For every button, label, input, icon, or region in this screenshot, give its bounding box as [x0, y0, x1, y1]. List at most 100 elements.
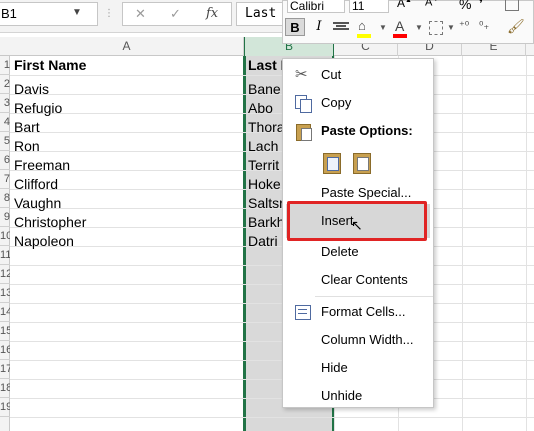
cell-b9[interactable]: Barkh — [248, 213, 282, 232]
menu-item-hide[interactable]: Hide — [283, 354, 433, 382]
menu-item-delete[interactable]: Delete — [283, 238, 433, 266]
gridline — [10, 360, 534, 361]
cell-a3[interactable]: Refugio — [14, 99, 62, 118]
menu-item-format-cells[interactable]: Format Cells... — [283, 298, 433, 326]
row-header[interactable]: 10 — [0, 227, 10, 246]
cell-b4[interactable]: Thora — [248, 118, 282, 137]
row-header[interactable]: 15 — [0, 322, 10, 341]
font-color-icon[interactable]: A — [391, 18, 413, 40]
gridline — [10, 75, 534, 76]
fill-color-dropdown-icon[interactable]: ▼ — [379, 23, 387, 32]
cell-a10[interactable]: Napoleon — [14, 232, 74, 251]
decrease-decimal-icon[interactable]: ⁰₊ — [479, 19, 489, 32]
format-table-icon[interactable] — [505, 0, 519, 11]
menu-item-column-width[interactable]: Column Width... — [283, 326, 433, 354]
cell-a4[interactable]: Bart — [14, 118, 40, 137]
menu-heading-paste-options: Paste Options: — [283, 117, 433, 145]
increase-font-icon[interactable]: A▲ — [397, 0, 412, 10]
font-name-select[interactable]: Calibri — [287, 0, 345, 13]
cell-b6[interactable]: Territ — [248, 156, 282, 175]
gridline — [10, 322, 534, 323]
row-header[interactable]: 11 — [0, 246, 10, 265]
increase-decimal-icon[interactable]: ⁺⁰ — [459, 19, 469, 32]
confirm-icon[interactable]: ✓ — [170, 6, 181, 22]
row-header[interactable]: 13 — [0, 284, 10, 303]
font-size-select[interactable]: 11 — [349, 0, 389, 13]
row-header[interactable]: 12 — [0, 265, 10, 284]
borders-dropdown-icon[interactable]: ▼ — [447, 23, 455, 32]
formula-bar-grip-icon: ⋮ — [104, 8, 114, 22]
gridline — [10, 265, 534, 266]
gridline — [10, 284, 534, 285]
row-header[interactable]: 7 — [0, 170, 10, 189]
align-center-icon[interactable] — [333, 21, 349, 33]
name-box[interactable]: B1 — [0, 2, 98, 26]
row-header[interactable]: 2 — [0, 75, 10, 94]
cell-b7[interactable]: Hoke — [248, 175, 282, 194]
cell-b3[interactable]: Abo — [248, 99, 282, 118]
menu-label-unhide: Unhide — [321, 388, 363, 403]
menu-label-clear-contents: Clear Contents — [321, 272, 408, 287]
row-header[interactable]: 1 — [0, 56, 10, 75]
cell-a8[interactable]: Vaughn — [14, 194, 61, 213]
column-header-a[interactable]: A — [10, 37, 244, 56]
percent-style-button[interactable]: % — [459, 0, 471, 12]
bold-button[interactable]: B — [285, 18, 305, 36]
scissors-icon: ✂ — [295, 66, 308, 83]
cell-b2[interactable]: Bane — [248, 80, 282, 99]
gridline — [10, 398, 534, 399]
row-header[interactable]: 14 — [0, 303, 10, 322]
copy-icon — [295, 95, 312, 113]
cell-a1[interactable]: First Name — [14, 56, 86, 75]
row-header[interactable]: 6 — [0, 151, 10, 170]
row-header[interactable]: 19 — [0, 398, 10, 417]
gridline — [10, 303, 534, 304]
cell-a2[interactable]: Davis — [14, 80, 49, 99]
insert-highlight-box — [287, 201, 427, 241]
gridline — [10, 379, 534, 380]
menu-item-copy[interactable]: Copy — [283, 89, 433, 117]
cell-b5[interactable]: Lach — [248, 137, 282, 156]
menu-item-cut[interactable]: ✂ Cut — [283, 61, 433, 89]
menu-label-cut: Cut — [321, 67, 342, 82]
row-header[interactable]: 9 — [0, 208, 10, 227]
cancel-icon[interactable]: ✕ — [135, 6, 146, 22]
row-header[interactable]: 17 — [0, 360, 10, 379]
row-header[interactable]: 5 — [0, 132, 10, 151]
row-header[interactable]: 3 — [0, 94, 10, 113]
font-color-dropdown-icon[interactable]: ▼ — [415, 23, 423, 32]
borders-icon[interactable] — [429, 21, 443, 35]
format-cells-icon — [295, 304, 311, 320]
clipboard-icon — [295, 123, 312, 141]
row-header[interactable]: 4 — [0, 113, 10, 132]
paste-values-icon[interactable] — [351, 151, 373, 174]
gridline — [10, 417, 534, 418]
menu-label-copy: Copy — [321, 95, 352, 110]
row-header[interactable]: 16 — [0, 341, 10, 360]
format-painter-icon[interactable]: 🖌 — [507, 18, 525, 35]
menu-item-clear-contents[interactable]: Clear Contents — [283, 266, 433, 294]
cell-b10[interactable]: Datri — [248, 232, 282, 251]
menu-label-column-width: Column Width... — [321, 332, 414, 347]
row-header[interactable]: 18 — [0, 379, 10, 398]
gridline — [10, 341, 534, 342]
decrease-font-icon[interactable]: A▼ — [425, 0, 439, 9]
cell-a6[interactable]: Freeman — [14, 156, 70, 175]
cell-a5[interactable]: Ron — [14, 137, 40, 156]
menu-item-unhide[interactable]: Unhide — [283, 382, 433, 410]
row-header[interactable]: 8 — [0, 189, 10, 208]
name-box-dropdown-icon[interactable]: ▼ — [72, 7, 82, 18]
cell-b1[interactable]: Last N — [248, 56, 282, 75]
row-header-bar: 1 2 3 4 5 6 7 8 9 10 11 12 13 14 15 16 1… — [0, 56, 10, 431]
cell-b8[interactable]: Saltsr — [248, 194, 282, 213]
insert-function-icon[interactable]: fx — [206, 6, 218, 21]
cell-a9[interactable]: Christopher — [14, 213, 86, 232]
comma-style-icon[interactable]: ❜ — [479, 0, 483, 12]
fill-color-icon[interactable]: ⌂ — [355, 18, 377, 40]
cell-a7[interactable]: Clifford — [14, 175, 58, 194]
paste-icon[interactable] — [321, 151, 343, 174]
italic-button[interactable]: I — [309, 18, 329, 36]
menu-label-delete: Delete — [321, 244, 359, 259]
menu-label-hide: Hide — [321, 360, 348, 375]
menu-label-format-cells: Format Cells... — [321, 304, 406, 319]
